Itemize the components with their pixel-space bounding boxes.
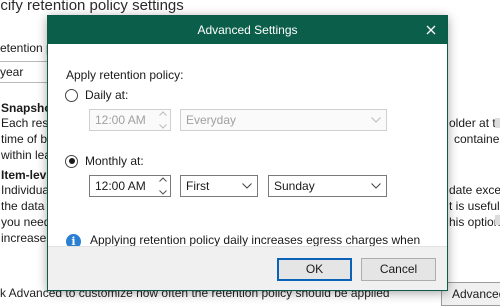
- daily-time-picker[interactable]: 12:00 AM: [89, 109, 171, 131]
- dialog-title: Advanced Settings: [197, 23, 298, 37]
- dialog-footer: OK Cancel: [48, 246, 447, 290]
- apply-retention-label: Apply retention policy:: [66, 68, 184, 82]
- item-level-text-line: the data: [1, 199, 45, 213]
- item-level-text-line: you need: [1, 215, 51, 229]
- monthly-time-value: 12:00 AM: [95, 179, 146, 193]
- item-level-text-line: date excee: [449, 183, 500, 197]
- monthly-radio[interactable]: [65, 154, 78, 168]
- snapshot-text-line: containe: [454, 132, 500, 146]
- page-heading: ecify retention policy settings: [0, 0, 184, 14]
- daily-time-value: 12:00 AM: [95, 113, 146, 127]
- item-level-text-line: his option: [449, 215, 500, 229]
- ok-button[interactable]: OK: [277, 258, 352, 281]
- advanced-settings-dialog: Advanced Settings Apply retention policy…: [47, 15, 448, 291]
- cancel-button[interactable]: Cancel: [361, 258, 436, 281]
- monthly-option[interactable]: Monthly at:: [65, 154, 144, 168]
- spin-up-icon: [159, 111, 167, 116]
- snapshot-text-line: within lea: [1, 148, 52, 162]
- spin-down-icon: [159, 190, 167, 195]
- daily-radio[interactable]: [65, 88, 78, 102]
- advanced-button[interactable]: Advanced: [441, 282, 500, 306]
- chevron-down-icon: [371, 117, 381, 123]
- spin-up-icon: [159, 177, 167, 182]
- snapshot-text-line: Each rest: [1, 116, 52, 130]
- item-level-text-line: increases: [1, 231, 53, 245]
- monthly-week-value: First: [186, 179, 210, 193]
- monthly-week-select[interactable]: First: [180, 175, 258, 197]
- chevron-down-icon: [371, 183, 381, 189]
- item-level-text-line: t is useful i: [449, 199, 500, 213]
- item-level-text-line: Individua: [1, 183, 50, 197]
- dialog-titlebar: Advanced Settings: [48, 16, 447, 44]
- monthly-label: Monthly at:: [85, 154, 144, 168]
- spin-down-icon: [159, 124, 167, 129]
- close-icon: [426, 25, 436, 35]
- daily-option[interactable]: Daily at:: [65, 88, 128, 102]
- monthly-weekday-select[interactable]: Sunday: [268, 175, 387, 197]
- scroll-thumb[interactable]: [495, 118, 500, 128]
- daily-day-value: Everyday: [186, 113, 237, 127]
- item-level-section-title: Item-lev: [1, 168, 47, 182]
- monthly-weekday-value: Sunday: [274, 179, 315, 193]
- dialog-content: Apply retention policy: Daily at: 12:00 …: [48, 44, 447, 262]
- daily-time-spinner[interactable]: [156, 110, 170, 130]
- snapshot-text-line: older at the: [449, 116, 500, 130]
- daily-day-select[interactable]: Everyday: [180, 109, 387, 131]
- monthly-time-picker[interactable]: 12:00 AM: [89, 175, 171, 197]
- daily-label: Daily at:: [85, 88, 129, 102]
- chevron-down-icon: [242, 183, 252, 189]
- close-button[interactable]: [422, 16, 440, 44]
- scroll-thumb[interactable]: [495, 215, 500, 225]
- snapshot-text-line: time of b: [1, 132, 48, 146]
- monthly-time-spinner[interactable]: [156, 176, 170, 196]
